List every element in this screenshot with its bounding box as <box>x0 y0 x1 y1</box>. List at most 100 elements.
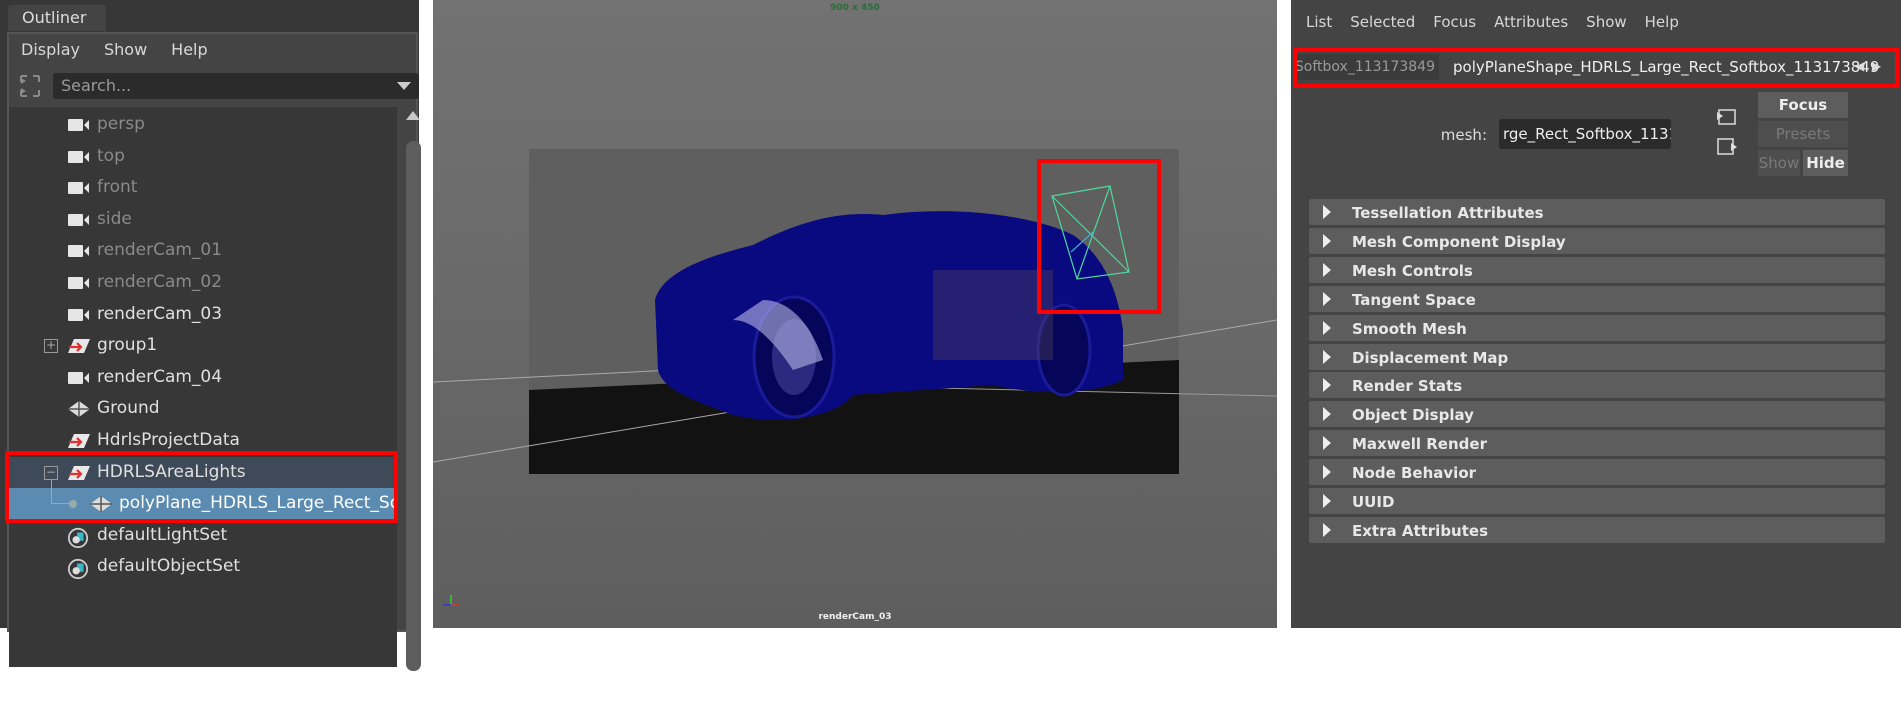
outliner-item-label: defaultObjectSet <box>97 556 241 577</box>
outliner-scrollbar[interactable] <box>404 107 422 671</box>
group-transform-icon <box>67 337 91 355</box>
section-title: Mesh Component Display <box>1352 232 1566 251</box>
set-icon <box>67 558 91 580</box>
camera-icon <box>67 369 91 387</box>
section-title: Extra Attributes <box>1352 521 1489 540</box>
outliner-item[interactable]: Ground <box>9 393 397 424</box>
menu-show[interactable]: Show <box>1586 10 1626 34</box>
menu-selected[interactable]: Selected <box>1350 10 1415 34</box>
section-header[interactable]: Displacement Map <box>1309 343 1885 370</box>
attribute-editor-panel: List Selected Focus Attributes Show Help… <box>1291 0 1901 628</box>
camera-name-label: renderCam_03 <box>818 612 892 622</box>
filter-icon[interactable] <box>17 73 43 99</box>
outliner-frame: Display Show Help Search... persp top fron… <box>7 32 421 671</box>
section-title: Mesh Controls <box>1352 261 1473 280</box>
output-connection-icon[interactable] <box>1716 137 1738 157</box>
expand-arrow-icon[interactable] <box>1323 262 1331 277</box>
menu-show[interactable]: Show <box>104 34 147 66</box>
expand-arrow-icon[interactable] <box>1323 233 1331 248</box>
group-transform-icon <box>67 432 91 450</box>
section-title: Maxwell Render <box>1352 435 1487 454</box>
section-header[interactable]: Tangent Space <box>1309 285 1885 312</box>
camera-icon <box>67 116 91 134</box>
menu-help[interactable]: Help <box>171 34 207 66</box>
section-header[interactable]: Extra Attributes <box>1309 516 1885 543</box>
section-title: Smooth Mesh <box>1352 319 1467 338</box>
expand-arrow-icon[interactable] <box>1323 205 1331 219</box>
section-title: Tangent Space <box>1352 290 1476 309</box>
outliner-item-label: Ground <box>97 398 160 419</box>
expand-arrow-icon[interactable] <box>1323 522 1331 537</box>
hide-button[interactable]: Hide <box>1803 150 1848 176</box>
outliner-menubar: Display Show Help <box>9 34 416 66</box>
input-connection-icon[interactable] <box>1716 108 1738 126</box>
section-title: Node Behavior <box>1352 464 1477 483</box>
search-input[interactable]: Search... <box>53 73 419 99</box>
search-row: Search... <box>9 69 419 105</box>
outliner-item[interactable]: defaultObjectSet <box>9 551 397 582</box>
focus-button[interactable]: Focus <box>1758 92 1848 118</box>
outliner-item[interactable]: side <box>9 204 397 235</box>
camera-icon <box>67 211 91 229</box>
expand-arrow-icon[interactable] <box>1323 378 1331 393</box>
section-header[interactable]: Smooth Mesh <box>1309 314 1885 341</box>
outliner-item-label: front <box>97 177 138 198</box>
section-header[interactable]: Maxwell Render <box>1309 430 1885 457</box>
mesh-field[interactable]: rge_Rect_Softbox_113173849 <box>1499 119 1671 149</box>
section-header[interactable]: Mesh Controls <box>1309 256 1885 283</box>
presets-button[interactable]: Presets <box>1758 121 1848 147</box>
outliner-item-label: renderCam_02 <box>97 272 223 292</box>
menu-focus[interactable]: Focus <box>1433 10 1476 34</box>
scroll-up-icon[interactable] <box>406 111 420 120</box>
outliner-tab[interactable]: Outliner <box>8 5 106 31</box>
section-header[interactable]: UUID <box>1309 488 1885 514</box>
outliner-item-label: renderCam_01 <box>97 240 223 261</box>
mesh-icon <box>67 400 91 418</box>
outliner-tree: persp top front side renderCam_01 renderCam_0… <box>9 107 397 667</box>
outliner-item[interactable]: front <box>9 172 397 203</box>
search-dropdown-icon[interactable] <box>397 82 411 90</box>
outliner-item-label: renderCam_03 <box>97 303 223 324</box>
outliner-item[interactable]: defaultLightSet <box>9 520 397 551</box>
outliner-item[interactable]: renderCam_01 <box>9 235 397 266</box>
highlight-box-outliner <box>5 451 398 523</box>
section-header[interactable]: Render Stats <box>1309 372 1885 399</box>
outliner-item[interactable]: + group1 <box>9 330 397 361</box>
expand-arrow-icon[interactable] <box>1323 349 1331 364</box>
viewport-panel[interactable]: 900 x 450 renderCam_03 <box>433 0 1277 628</box>
menu-attributes[interactable]: Attributes <box>1494 10 1568 34</box>
section-title: Render Stats <box>1352 377 1463 396</box>
outliner-item-label: group1 <box>97 335 158 356</box>
viewport-scene <box>433 149 1277 606</box>
section-header[interactable]: Node Behavior <box>1309 459 1885 486</box>
expand-arrow-icon[interactable] <box>1323 465 1331 480</box>
section-header[interactable]: Mesh Component Display <box>1309 227 1885 254</box>
outliner-item[interactable]: renderCam_04 <box>9 362 397 393</box>
outliner-item-label: defaultLightSet <box>97 524 228 545</box>
set-icon <box>67 527 91 548</box>
expand-arrow-icon[interactable] <box>1323 320 1331 335</box>
camera-icon <box>67 179 91 197</box>
section-title: UUID <box>1352 493 1395 511</box>
outliner-item[interactable]: persp <box>9 109 397 140</box>
section-header[interactable]: Tessellation Attributes <box>1309 199 1885 225</box>
expand-arrow-icon[interactable] <box>1323 494 1331 508</box>
expand-icon[interactable]: + <box>44 339 58 354</box>
section-header[interactable]: Object Display <box>1309 401 1885 428</box>
expand-arrow-icon[interactable] <box>1323 291 1331 306</box>
outliner-item-label: top <box>97 145 125 166</box>
expand-arrow-icon[interactable] <box>1323 407 1331 422</box>
section-title: Object Display <box>1352 406 1474 425</box>
outliner-item-label: renderCam_04 <box>97 366 223 387</box>
outliner-item[interactable]: renderCam_03 <box>9 299 397 330</box>
show-button[interactable]: Show <box>1758 150 1800 176</box>
expand-arrow-icon[interactable] <box>1323 436 1331 451</box>
outliner-item[interactable]: renderCam_02 <box>9 267 397 298</box>
scroll-thumb[interactable] <box>406 141 421 671</box>
camera-icon <box>67 274 91 292</box>
outliner-item[interactable]: top <box>9 141 397 172</box>
menu-list[interactable]: List <box>1306 10 1332 34</box>
menu-help[interactable]: Help <box>1645 10 1679 34</box>
menu-display[interactable]: Display <box>21 34 80 66</box>
section-title: Tessellation Attributes <box>1352 204 1544 222</box>
